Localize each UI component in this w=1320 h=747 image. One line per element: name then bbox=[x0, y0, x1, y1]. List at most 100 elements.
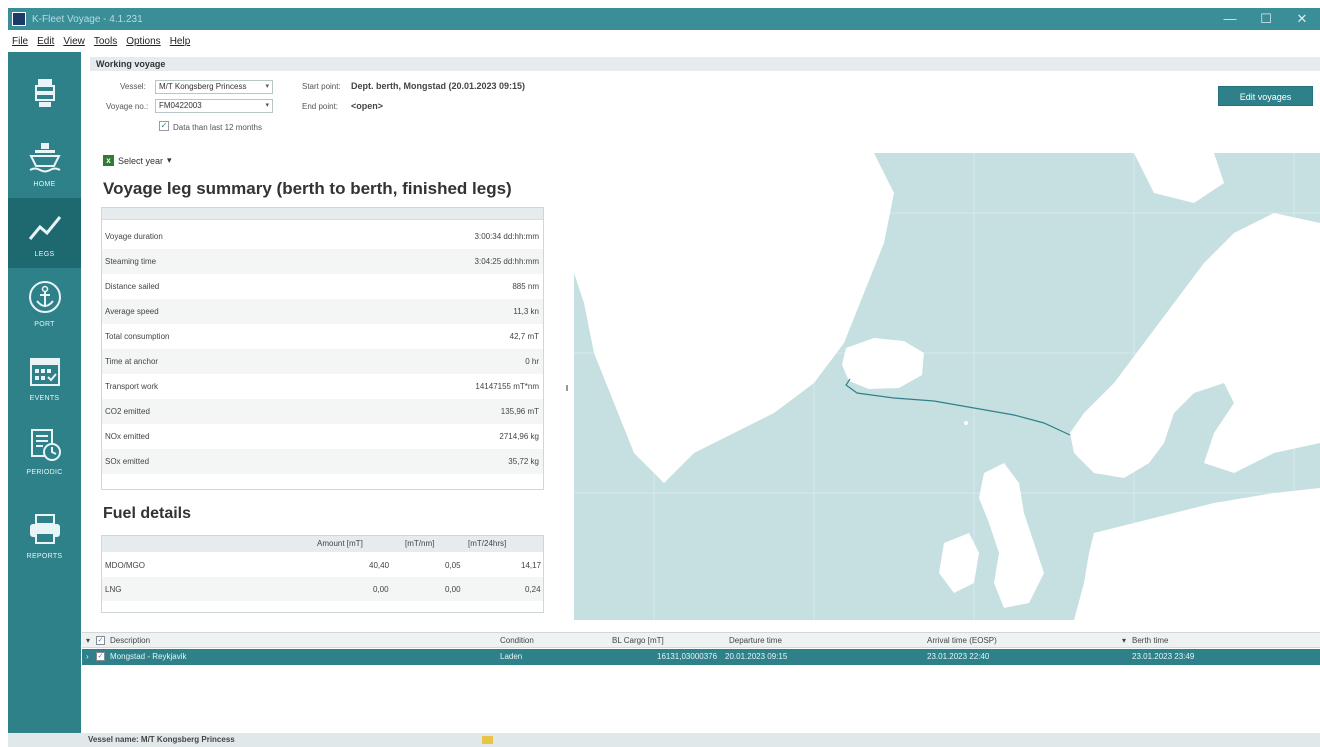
excel-icon: x bbox=[103, 155, 114, 166]
folder-icon[interactable] bbox=[482, 736, 493, 744]
landmass-scandinavia bbox=[1070, 213, 1320, 478]
start-point-label: Start point: bbox=[302, 82, 341, 91]
column-header-cargo[interactable]: BL Cargo [mT] bbox=[612, 636, 664, 645]
select-year-label: Select year bbox=[118, 155, 164, 166]
window-title: K-Fleet Voyage - 4.1.231 bbox=[32, 13, 143, 25]
landmass-faroes bbox=[964, 421, 968, 425]
cell-departure: 20.01.2023 09:15 bbox=[725, 652, 788, 661]
landmass-iceland bbox=[842, 338, 924, 389]
cell-arrival: 23.01.2023 22:40 bbox=[927, 652, 990, 661]
sidebar-item-reports[interactable]: REPORTS bbox=[8, 500, 81, 570]
row-label: SOx emitted bbox=[105, 457, 150, 466]
sidebar-item-legs[interactable]: LEGS bbox=[8, 198, 81, 268]
menu-help[interactable]: Help bbox=[170, 36, 191, 47]
table-row: Average speed 11,3 kn bbox=[102, 299, 543, 324]
anchor-icon bbox=[28, 280, 61, 313]
sidebar-item-label: LEGS bbox=[34, 250, 55, 258]
maximize-button[interactable]: ☐ bbox=[1248, 11, 1284, 27]
sidebar-item-port[interactable]: PORT bbox=[8, 268, 81, 338]
sidebar-item-label: HOME bbox=[33, 180, 56, 188]
sidebar-item-events[interactable]: EVENTS bbox=[8, 342, 81, 412]
menu-tools[interactable]: Tools bbox=[94, 36, 117, 47]
fuel-per-nm: 0,05 bbox=[445, 561, 461, 570]
row-value: 885 nm bbox=[512, 282, 539, 291]
sidebar-item-label: PERIODIC bbox=[26, 468, 63, 476]
chart-line-icon bbox=[28, 215, 61, 240]
column-header-departure[interactable]: Departure time bbox=[729, 636, 782, 645]
close-button[interactable]: ✕ bbox=[1284, 11, 1320, 27]
row-label: Distance sailed bbox=[105, 282, 160, 291]
minimize-button[interactable]: — bbox=[1212, 11, 1248, 27]
map-canvas bbox=[574, 153, 1320, 620]
document-clock-icon bbox=[30, 428, 61, 461]
row-label: Average speed bbox=[105, 307, 159, 316]
table-row: NOx emitted 2714,96 kg bbox=[102, 424, 543, 449]
row-value: 35,72 kg bbox=[508, 457, 539, 466]
table-row: Voyage duration 3:00:34 dd:hh:mm bbox=[102, 224, 543, 249]
menu-edit[interactable]: Edit bbox=[37, 36, 54, 47]
edit-voyages-button[interactable]: Edit voyages bbox=[1218, 86, 1313, 106]
legs-grid-header: ▾ ✓ Description Condition BL Cargo [mT] … bbox=[82, 632, 1320, 648]
printer-icon bbox=[29, 513, 60, 544]
table-row: SOx emitted 35,72 kg bbox=[102, 449, 543, 474]
fuel-title: Fuel details bbox=[103, 505, 192, 522]
row-value: 135,96 mT bbox=[500, 407, 539, 416]
column-header: Amount [mT] bbox=[317, 539, 363, 548]
table-row: LNG 0,00 0,00 0,24 bbox=[102, 577, 543, 601]
last-12-months-label: Data than last 12 months bbox=[173, 123, 262, 132]
sort-desc-icon: ▾ bbox=[1122, 636, 1127, 645]
select-all-checkbox[interactable]: ✓ bbox=[96, 636, 105, 645]
row-value: 2714,96 kg bbox=[499, 432, 539, 441]
menu-bar: File Edit View Tools Options Help bbox=[8, 32, 190, 50]
voyage-map[interactable] bbox=[574, 153, 1320, 620]
row-value: 3:00:34 dd:hh:mm bbox=[474, 232, 539, 241]
column-header-condition[interactable]: Condition bbox=[500, 636, 534, 645]
sidebar-emblem bbox=[8, 58, 81, 128]
column-header-description[interactable]: Description bbox=[110, 636, 150, 645]
landmass-europe bbox=[1074, 488, 1320, 620]
row-value: 3:04:25 dd:hh:mm bbox=[474, 257, 539, 266]
fuel-amount: 0,00 bbox=[373, 585, 389, 594]
summary-title: Voyage leg summary (berth to berth, fini… bbox=[103, 179, 512, 198]
vessel-label: Vessel: bbox=[120, 82, 146, 91]
menu-view[interactable]: View bbox=[63, 36, 85, 47]
voyage-select[interactable]: FM0422003 ▾ bbox=[155, 99, 273, 113]
cell-cargo: 16131,03000376 bbox=[657, 652, 718, 661]
row-indicator-icon: › bbox=[86, 652, 89, 661]
select-year-button[interactable]: x Select year ▾ bbox=[103, 155, 172, 166]
splitter-handle[interactable] bbox=[566, 385, 568, 391]
status-vessel-name: Vessel name: M/T Kongsberg Princess bbox=[88, 735, 235, 744]
cell-description: Mongstad - Reykjavik bbox=[110, 652, 187, 661]
fuel-per-nm: 0,00 bbox=[445, 585, 461, 594]
row-value: 11,3 kn bbox=[513, 307, 539, 316]
row-checkbox[interactable]: ✓ bbox=[96, 652, 105, 661]
calendar-icon bbox=[29, 357, 60, 386]
row-label: Total consumption bbox=[105, 332, 170, 341]
table-row: Steaming time 3:04:25 dd:hh:mm bbox=[102, 249, 543, 274]
sidebar-item-label: EVENTS bbox=[29, 394, 60, 402]
chevron-down-icon: ▾ bbox=[265, 102, 269, 109]
menu-file[interactable]: File bbox=[12, 36, 28, 47]
landmass-svalbard bbox=[1134, 153, 1224, 203]
cell-condition: Laden bbox=[500, 652, 523, 661]
emblem-icon bbox=[34, 79, 55, 107]
landmass-greenland bbox=[574, 153, 894, 483]
sidebar-item-home[interactable]: HOME bbox=[8, 128, 81, 198]
sidebar-item-label: REPORTS bbox=[26, 552, 63, 560]
table-row[interactable]: › ✓ Mongstad - Reykjavik Laden 16131,030… bbox=[82, 649, 1320, 665]
row-label: Time at anchor bbox=[105, 357, 159, 366]
column-header: [mT/nm] bbox=[405, 539, 435, 548]
column-header: [mT/24hrs] bbox=[468, 539, 507, 548]
landmass-britain bbox=[979, 463, 1044, 608]
column-header-berth[interactable]: Berth time bbox=[1132, 636, 1168, 645]
vessel-select[interactable]: M/T Kongsberg Princess ▾ bbox=[155, 80, 273, 94]
table-row: CO2 emitted 135,96 mT bbox=[102, 399, 543, 424]
menu-options[interactable]: Options bbox=[126, 36, 160, 47]
sidebar-item-periodic[interactable]: PERIODIC bbox=[8, 416, 81, 486]
chevron-down-icon: ▾ bbox=[265, 83, 269, 90]
column-header-arrival[interactable]: Arrival time (EOSP) bbox=[927, 636, 997, 645]
last-12-months-checkbox[interactable]: ✓ bbox=[159, 121, 169, 131]
landmass-ireland bbox=[939, 533, 979, 593]
fuel-name: LNG bbox=[105, 585, 122, 594]
expand-icon[interactable]: ▾ bbox=[86, 636, 90, 645]
